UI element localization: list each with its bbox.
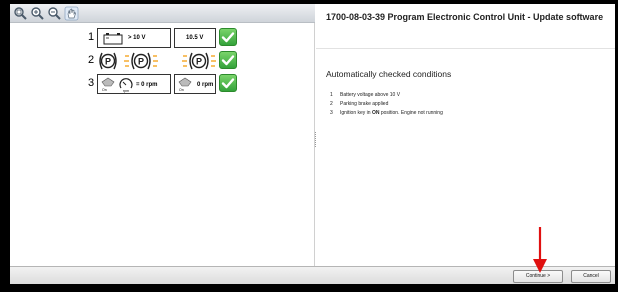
zoom-out-icon[interactable] xyxy=(47,6,62,21)
list-item-text: Battery voltage above 10 V xyxy=(340,92,401,98)
parking-brake-icon: P xyxy=(99,52,117,70)
check-ok-icon xyxy=(219,28,237,46)
graphic-toolbar xyxy=(10,4,315,23)
zoom-fit-icon[interactable] xyxy=(13,6,28,21)
row-number: 3 xyxy=(88,77,95,89)
condition-row-battery: 1 > 10 V 10.5 V xyxy=(88,28,238,48)
parking-brake-warning-icon: P xyxy=(124,52,158,70)
list-item-text: position. Engine not running xyxy=(379,110,443,116)
ignition-on-label: On xyxy=(102,88,107,92)
list-item-number: 3 xyxy=(330,110,333,116)
title-divider xyxy=(316,48,615,49)
battery-requirement-cell: > 10 V xyxy=(97,28,171,48)
annotation-arrow-icon xyxy=(533,227,547,273)
engine-measured-cell: On 0 rpm xyxy=(174,74,216,94)
parking-brake-warning-icon: P xyxy=(182,52,216,70)
check-ok-icon xyxy=(219,74,237,92)
rpm-unit-label: rpm xyxy=(123,89,130,93)
pan-hand-icon[interactable] xyxy=(64,6,79,21)
task-title: 1700-08-03-39 Program Electronic Control… xyxy=(326,12,604,22)
list-item-number: 2 xyxy=(330,101,333,107)
app-window: 1 > 10 V 10.5 V 2 P P P 3 On rpm = 0 rpm… xyxy=(10,4,615,284)
check-ok-icon xyxy=(219,51,237,69)
list-item-text: Parking brake applied xyxy=(340,101,389,107)
row-number: 1 xyxy=(88,31,95,43)
conditions-graphic-pane: 1 > 10 V 10.5 V 2 P P P 3 On rpm = 0 rpm… xyxy=(10,4,315,266)
battery-measured-cell: 10.5 V xyxy=(174,28,216,48)
battery-icon xyxy=(103,33,123,45)
engine-speed-threshold: = 0 rpm xyxy=(136,82,158,88)
list-item-text: Ignition key in xyxy=(340,110,372,116)
list-item: 1 Battery voltage above 10 V xyxy=(330,91,443,100)
row-number: 2 xyxy=(88,54,95,66)
svg-text:P: P xyxy=(105,57,111,67)
battery-threshold: > 10 V xyxy=(128,35,146,41)
conditions-list: 1 Battery voltage above 10 V 2 Parking bra… xyxy=(330,91,443,118)
bottom-button-bar: Continue > Cancel xyxy=(10,266,615,284)
list-item-number: 1 xyxy=(330,92,333,98)
ignition-on-label: On xyxy=(179,88,184,92)
engine-speed-measured: 0 rpm xyxy=(197,82,214,88)
engine-requirement-cell: On rpm = 0 rpm xyxy=(97,74,171,94)
list-item: 3 Ignition key in ON position. Engine not… xyxy=(330,109,443,118)
list-item: 2 Parking brake applied xyxy=(330,100,443,109)
instructions-pane: 1700-08-03-39 Program Electronic Control… xyxy=(316,4,615,266)
condition-row-engine: 3 On rpm = 0 rpm On 0 rpm xyxy=(88,74,238,94)
ignition-key-icon xyxy=(178,77,192,87)
ignition-key-icon xyxy=(101,77,115,87)
cancel-button[interactable]: Cancel xyxy=(571,270,611,283)
svg-text:P: P xyxy=(138,57,144,67)
svg-text:P: P xyxy=(196,57,202,67)
section-heading: Automatically checked conditions xyxy=(326,69,452,79)
battery-measured-value: 10.5 V xyxy=(186,35,204,41)
zoom-in-icon[interactable] xyxy=(30,6,45,21)
condition-row-parking-brake: 2 P P P xyxy=(88,51,238,71)
